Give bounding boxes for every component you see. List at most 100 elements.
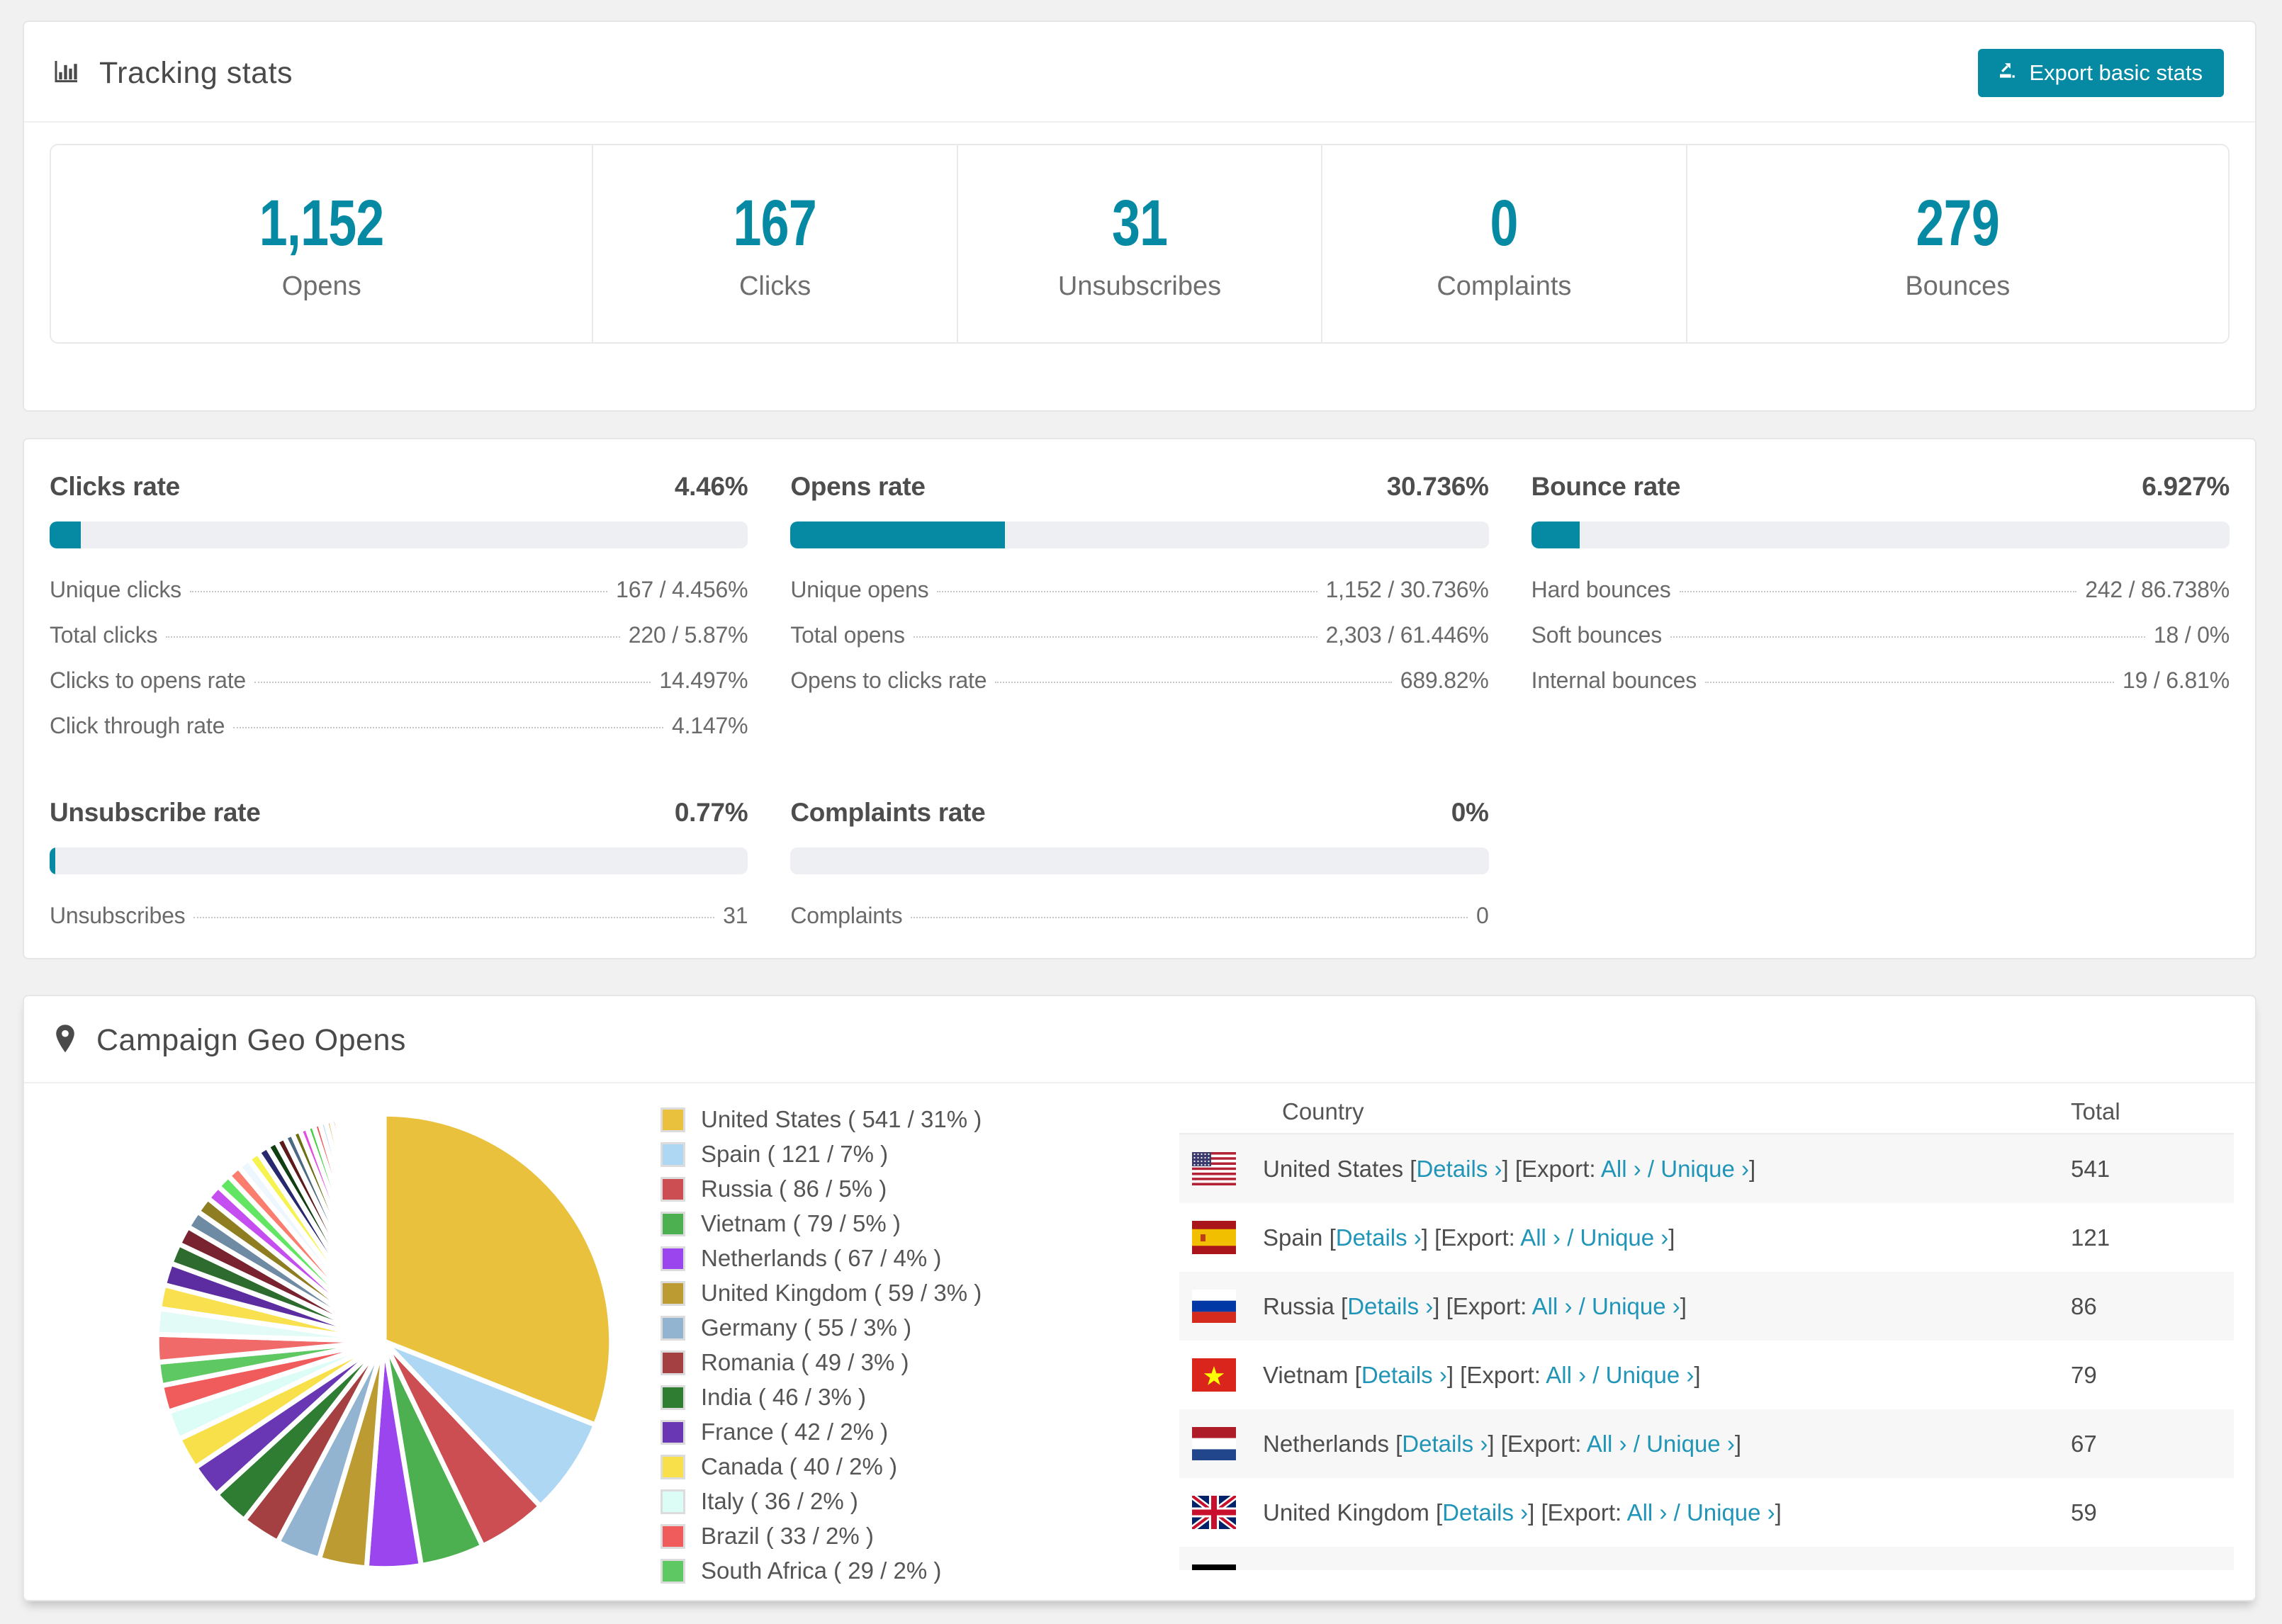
campaign-geo-opens-card: Campaign Geo Opens United States ( 541 /… xyxy=(23,995,2256,1601)
rate-row-value: 689.82% xyxy=(1400,667,1489,693)
dotted-leader xyxy=(913,636,1317,638)
export-all-link[interactable]: All › xyxy=(1546,1362,1586,1388)
export-all-link[interactable]: All › xyxy=(1532,1293,1573,1319)
rate-rows: Unique clicks 167 / 4.456% Total clicks 220… xyxy=(50,577,748,739)
rate-row: Internal bounces 19 / 6.81% xyxy=(1531,667,2230,694)
export-separator: / xyxy=(1647,1155,1655,1182)
stat-bounces: 279 Bounces xyxy=(1685,145,2228,342)
export-all-link[interactable]: All › xyxy=(1627,1499,1668,1526)
rate-rows: Unsubscribes 31 xyxy=(50,903,748,929)
rate-row-label: Total opens xyxy=(790,622,905,648)
details-link[interactable]: Details › xyxy=(1361,1362,1447,1388)
total-cell: 121 xyxy=(2071,1224,2110,1251)
rate-progress-bar xyxy=(50,521,748,548)
total-cell: 59 xyxy=(2071,1499,2097,1526)
rate-row-label: Soft bounces xyxy=(1531,622,1663,648)
rate-head: Opens rate 30.736% xyxy=(790,472,1489,502)
legend-label: Vietnam ( 79 / 5% ) xyxy=(701,1210,901,1236)
rate-block-opens-rate: Opens rate 30.736% Unique opens 1,152 / 30.… xyxy=(790,472,1489,758)
country-cell: Russia [Details ›] [Export: All › / Uniq… xyxy=(1263,1292,1687,1319)
rate-percentage: 0.77% xyxy=(674,798,748,827)
export-unique-link[interactable]: Unique › xyxy=(1660,1156,1749,1182)
details-link[interactable]: Details › xyxy=(1442,1499,1528,1526)
dotted-leader xyxy=(189,591,608,592)
rate-progress-bar xyxy=(50,847,748,874)
export-unique-link[interactable]: Unique › xyxy=(1592,1293,1680,1319)
tracking-stats-card: Tracking stats Export basic stats 1,152 O… xyxy=(23,21,2256,412)
dotted-leader xyxy=(911,917,1468,918)
country-name: United Kingdom [ xyxy=(1263,1499,1443,1526)
details-link[interactable]: Details › xyxy=(1347,1293,1433,1319)
dotted-leader xyxy=(166,636,620,638)
table-row-us: United States [Details ›] [Export: All ›… xyxy=(1179,1134,2234,1203)
export-unique-link[interactable]: Unique › xyxy=(1606,1362,1694,1388)
rate-row-label: Unique clicks xyxy=(50,577,181,602)
dotted-leader xyxy=(1705,682,2114,683)
rate-row-value: 220 / 5.87% xyxy=(628,622,748,648)
table-row-nl: Netherlands [Details ›] [Export: All › /… xyxy=(1179,1409,2234,1478)
export-unique-link[interactable]: Unique › xyxy=(1646,1431,1735,1457)
total-cell: 79 xyxy=(2071,1361,2097,1388)
legend-item: United States ( 541 / 31% ) xyxy=(661,1106,982,1133)
legend-swatch xyxy=(661,1419,685,1445)
stat-value: 0 xyxy=(1490,186,1519,259)
rate-row-label: Click through rate xyxy=(50,713,225,738)
stat-label: Unsubscribes xyxy=(1057,271,1222,301)
export-all-link[interactable]: All › xyxy=(1587,1431,1627,1457)
rate-row-label: Clicks to opens rate xyxy=(50,667,247,693)
flag-nl-icon xyxy=(1192,1427,1236,1460)
stat-label: Complaints xyxy=(1437,271,1572,301)
export-all-link[interactable]: All › xyxy=(1601,1156,1641,1182)
country-name: Netherlands [ xyxy=(1263,1430,1403,1457)
export-unique-link[interactable]: Unique › xyxy=(1687,1499,1775,1526)
rate-progress-fill xyxy=(1531,521,1580,548)
export-separator: / xyxy=(1592,1361,1600,1388)
rate-block-bounce-rate: Bounce rate 6.927% Hard bounces 242 / 86.73… xyxy=(1531,472,2230,758)
column-header-country: Country xyxy=(1282,1098,1364,1124)
flag-us-icon xyxy=(1192,1152,1236,1185)
export-basic-stats-button[interactable]: Export basic stats xyxy=(1978,49,2224,97)
stat-complaints: 0 Complaints xyxy=(1321,145,1685,342)
total-cell: 86 xyxy=(2071,1292,2097,1319)
export-unique-link[interactable]: Unique › xyxy=(1580,1224,1669,1251)
legend-item: Spain ( 121 / 7% ) xyxy=(661,1141,982,1168)
country-name: Spain [ xyxy=(1263,1224,1336,1251)
rate-progress-bar xyxy=(1531,521,2230,548)
rate-block-unsubscribe-rate: Unsubscribe rate 0.77% Unsubscribes 31 xyxy=(50,798,748,948)
legend-item: Netherlands ( 67 / 4% ) xyxy=(661,1245,982,1272)
rate-row: Total opens 2,303 / 61.446% xyxy=(790,622,1489,648)
country-name: Vietnam [ xyxy=(1263,1361,1361,1388)
legend-label: France ( 42 / 2% ) xyxy=(701,1419,889,1445)
export-all-link[interactable]: All › xyxy=(1520,1224,1561,1251)
rate-percentage: 30.736% xyxy=(1386,472,1489,501)
legend-item: South Africa ( 29 / 2% ) xyxy=(661,1557,982,1584)
legend-item: Russia ( 86 / 5% ) xyxy=(661,1175,982,1202)
rate-row: Soft bounces 18 / 0% xyxy=(1531,622,2230,648)
details-link[interactable]: Details › xyxy=(1336,1224,1422,1251)
big-stats-row: 1,152 Opens 167 Clicks 31 Unsubscribes 0 Compla… xyxy=(50,144,2230,344)
details-link[interactable]: Details › xyxy=(1416,1156,1502,1182)
rate-row: Clicks to opens rate 14.497% xyxy=(50,667,748,694)
legend-item: Romania ( 49 / 3% ) xyxy=(661,1349,982,1376)
rate-percentage: 0% xyxy=(1451,798,1489,827)
stat-unsubscribes: 31 Unsubscribes xyxy=(956,145,1321,342)
legend-label: South Africa ( 29 / 2% ) xyxy=(701,1557,942,1584)
legend-item: India ( 46 / 3% ) xyxy=(661,1384,982,1411)
legend-label: United States ( 541 / 31% ) xyxy=(701,1106,982,1132)
table-row-ru: Russia [Details ›] [Export: All › / Uniq… xyxy=(1179,1272,2234,1341)
rate-row-value: 18 / 0% xyxy=(2153,622,2230,648)
details-link[interactable]: Details › xyxy=(1402,1431,1488,1457)
legend-label: United Kingdom ( 59 / 3% ) xyxy=(701,1280,982,1306)
rate-block-clicks-rate: Clicks rate 4.46% Unique clicks 167 / 4.456… xyxy=(50,472,748,758)
rate-row-value: 0 xyxy=(1476,903,1489,928)
flag-es-icon xyxy=(1192,1221,1236,1254)
dotted-leader xyxy=(1670,636,2145,638)
rate-head: Bounce rate 6.927% xyxy=(1531,472,2230,502)
flag-gb-icon xyxy=(1192,1496,1236,1529)
export-separator: / xyxy=(1673,1499,1680,1526)
legend-swatch xyxy=(661,1315,685,1341)
rate-row-value: 14.497% xyxy=(659,667,748,693)
stat-label: Opens xyxy=(281,271,361,301)
rate-row-label: Hard bounces xyxy=(1531,577,1671,602)
rate-row-value: 167 / 4.456% xyxy=(616,577,748,602)
